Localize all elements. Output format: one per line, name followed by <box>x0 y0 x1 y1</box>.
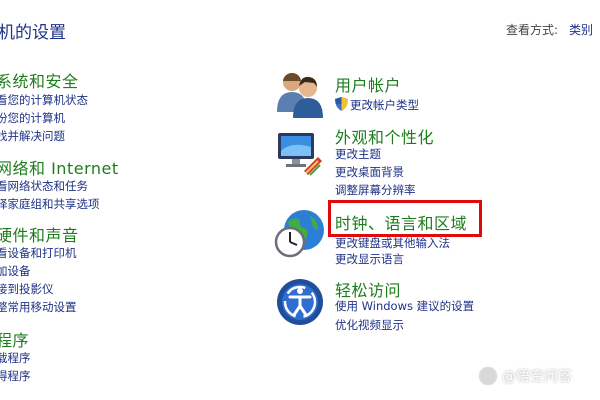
link-connect-projector[interactable]: 接到投影仪 <box>0 281 54 297</box>
ease-of-access-icon[interactable] <box>274 276 326 328</box>
page-title: 机的设置 <box>0 23 66 43</box>
view-by-dropdown[interactable]: 类别 <box>569 21 593 38</box>
watermark: @悟空问答 <box>478 366 572 386</box>
globe-clock-icon[interactable] <box>274 208 326 260</box>
view-by-label: 查看方式: <box>506 23 559 37</box>
link-get-programs[interactable]: 得程序 <box>0 368 31 384</box>
link-homegroup-sharing[interactable]: 择家庭组和共享选项 <box>0 196 100 212</box>
watermark-text: @悟空问答 <box>502 369 572 385</box>
link-view-computer-status[interactable]: 看您的计算机状态 <box>0 92 88 108</box>
category-system-security[interactable]: 系统和安全 <box>0 68 79 92</box>
link-adjust-screen-resolution[interactable]: 调整屏幕分辨率 <box>335 182 416 198</box>
red-highlight-box <box>328 200 482 237</box>
link-change-display-language[interactable]: 更改显示语言 <box>335 251 404 267</box>
link-change-account-type[interactable]: 更改帐户类型 <box>350 97 419 113</box>
link-find-fix-problems[interactable]: 找并解决问题 <box>0 128 65 144</box>
link-change-desktop-background[interactable]: 更改桌面背景 <box>335 164 404 180</box>
link-view-network-status[interactable]: 看网络状态和任务 <box>0 178 88 194</box>
link-use-recommended-settings[interactable]: 使用 Windows 建议的设置 <box>335 298 474 314</box>
link-change-theme[interactable]: 更改主题 <box>335 146 381 162</box>
category-programs[interactable]: 程序 <box>0 327 29 351</box>
link-backup-computer[interactable]: 份您的计算机 <box>0 110 65 126</box>
category-user-accounts[interactable]: 用户帐户 <box>335 72 401 96</box>
link-uninstall-program[interactable]: 载程序 <box>0 350 31 366</box>
link-add-device[interactable]: 加设备 <box>0 263 31 279</box>
link-mobility-settings[interactable]: 整常用移动设置 <box>0 299 77 315</box>
watermark-logo-icon <box>478 366 498 386</box>
monitor-paint-icon[interactable] <box>274 127 326 179</box>
link-optimize-visual-display[interactable]: 优化视频显示 <box>335 317 404 333</box>
link-view-devices-printers[interactable]: 看设备和打印机 <box>0 245 77 261</box>
category-network-internet[interactable]: 网络和 Internet <box>0 155 119 179</box>
users-icon[interactable] <box>274 68 326 120</box>
link-change-keyboard-input[interactable]: 更改键盘或其他输入法 <box>335 235 450 251</box>
category-hardware-sound[interactable]: 硬件和声音 <box>0 222 79 246</box>
category-appearance-personalization[interactable]: 外观和个性化 <box>335 124 434 148</box>
uac-shield-icon <box>335 97 348 111</box>
